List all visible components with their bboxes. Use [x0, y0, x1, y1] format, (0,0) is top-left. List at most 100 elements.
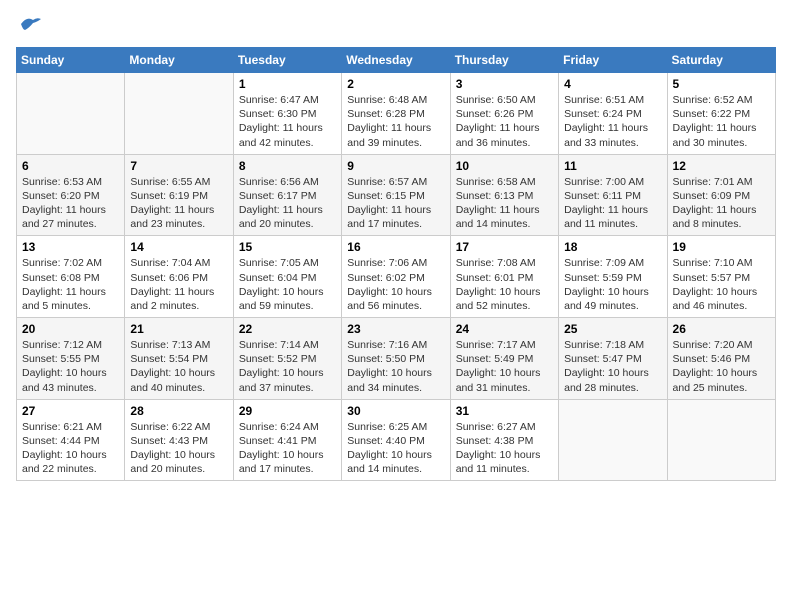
day-number: 15: [239, 240, 336, 254]
day-number: 22: [239, 322, 336, 336]
weekday-sunday: Sunday: [17, 48, 125, 73]
day-number: 25: [564, 322, 661, 336]
day-info: Sunrise: 7:18 AM Sunset: 5:47 PM Dayligh…: [564, 338, 661, 395]
day-info: Sunrise: 6:51 AM Sunset: 6:24 PM Dayligh…: [564, 93, 661, 150]
day-info: Sunrise: 6:47 AM Sunset: 6:30 PM Dayligh…: [239, 93, 336, 150]
calendar-cell: 29 Sunrise: 6:24 AM Sunset: 4:41 PM Dayli…: [233, 399, 341, 481]
day-number: 9: [347, 159, 444, 173]
day-info: Sunrise: 6:27 AM Sunset: 4:38 PM Dayligh…: [456, 420, 553, 477]
calendar-cell: 11 Sunrise: 7:00 AM Sunset: 6:11 PM Dayli…: [559, 154, 667, 236]
day-number: 11: [564, 159, 661, 173]
day-number: 21: [130, 322, 227, 336]
calendar-cell: 14 Sunrise: 7:04 AM Sunset: 6:06 PM Dayli…: [125, 236, 233, 318]
page-header: [16, 16, 776, 37]
calendar-cell: 31Sunrise: 6:27 AM Sunset: 4:38 PM Dayli…: [450, 399, 558, 481]
day-info: Sunrise: 6:21 AM Sunset: 4:44 PM Dayligh…: [22, 420, 119, 477]
calendar-cell: 25 Sunrise: 7:18 AM Sunset: 5:47 PM Dayli…: [559, 318, 667, 400]
day-info: Sunrise: 7:20 AM Sunset: 5:46 PM Dayligh…: [673, 338, 770, 395]
day-number: 2: [347, 77, 444, 91]
day-number: 26: [673, 322, 770, 336]
day-number: 20: [22, 322, 119, 336]
calendar-cell: 21 Sunrise: 7:13 AM Sunset: 5:54 PM Dayli…: [125, 318, 233, 400]
day-number: 7: [130, 159, 227, 173]
day-info: Sunrise: 6:52 AM Sunset: 6:22 PM Dayligh…: [673, 93, 770, 150]
calendar-cell: 1 Sunrise: 6:47 AM Sunset: 6:30 PM Daylig…: [233, 73, 341, 155]
calendar-table: SundayMondayTuesdayWednesdayThursdayFrid…: [16, 47, 776, 481]
day-number: 24: [456, 322, 553, 336]
day-info: Sunrise: 7:17 AM Sunset: 5:49 PM Dayligh…: [456, 338, 553, 395]
calendar-cell: 18 Sunrise: 7:09 AM Sunset: 5:59 PM Dayli…: [559, 236, 667, 318]
day-info: Sunrise: 6:58 AM Sunset: 6:13 PM Dayligh…: [456, 175, 553, 232]
logo-bird-icon: [19, 16, 41, 37]
calendar-cell: 24 Sunrise: 7:17 AM Sunset: 5:49 PM Dayli…: [450, 318, 558, 400]
calendar-cell: 7Sunrise: 6:55 AM Sunset: 6:19 PM Daylig…: [125, 154, 233, 236]
calendar-cell: 30 Sunrise: 6:25 AM Sunset: 4:40 PM Dayli…: [342, 399, 450, 481]
day-number: 1: [239, 77, 336, 91]
calendar-cell: 9 Sunrise: 6:57 AM Sunset: 6:15 PM Daylig…: [342, 154, 450, 236]
week-row-2: 6 Sunrise: 6:53 AM Sunset: 6:20 PM Daylig…: [17, 154, 776, 236]
day-number: 6: [22, 159, 119, 173]
day-info: Sunrise: 6:22 AM Sunset: 4:43 PM Dayligh…: [130, 420, 227, 477]
calendar-cell: 2 Sunrise: 6:48 AM Sunset: 6:28 PM Daylig…: [342, 73, 450, 155]
day-number: 4: [564, 77, 661, 91]
day-number: 5: [673, 77, 770, 91]
day-number: 28: [130, 404, 227, 418]
calendar-cell: 17 Sunrise: 7:08 AM Sunset: 6:01 PM Dayli…: [450, 236, 558, 318]
day-number: 27: [22, 404, 119, 418]
day-info: Sunrise: 7:12 AM Sunset: 5:55 PM Dayligh…: [22, 338, 119, 395]
calendar-cell: [559, 399, 667, 481]
calendar-cell: [667, 399, 775, 481]
day-info: Sunrise: 7:09 AM Sunset: 5:59 PM Dayligh…: [564, 256, 661, 313]
day-number: 14: [130, 240, 227, 254]
day-info: Sunrise: 6:25 AM Sunset: 4:40 PM Dayligh…: [347, 420, 444, 477]
week-row-4: 20 Sunrise: 7:12 AM Sunset: 5:55 PM Dayli…: [17, 318, 776, 400]
day-number: 12: [673, 159, 770, 173]
calendar-cell: 6 Sunrise: 6:53 AM Sunset: 6:20 PM Daylig…: [17, 154, 125, 236]
day-number: 17: [456, 240, 553, 254]
day-info: Sunrise: 6:57 AM Sunset: 6:15 PM Dayligh…: [347, 175, 444, 232]
day-info: Sunrise: 7:08 AM Sunset: 6:01 PM Dayligh…: [456, 256, 553, 313]
day-number: 29: [239, 404, 336, 418]
day-info: Sunrise: 6:24 AM Sunset: 4:41 PM Dayligh…: [239, 420, 336, 477]
calendar-cell: [125, 73, 233, 155]
day-info: Sunrise: 7:06 AM Sunset: 6:02 PM Dayligh…: [347, 256, 444, 313]
weekday-friday: Friday: [559, 48, 667, 73]
day-info: Sunrise: 7:16 AM Sunset: 5:50 PM Dayligh…: [347, 338, 444, 395]
calendar-cell: 15 Sunrise: 7:05 AM Sunset: 6:04 PM Dayli…: [233, 236, 341, 318]
day-info: Sunrise: 7:04 AM Sunset: 6:06 PM Dayligh…: [130, 256, 227, 313]
weekday-wednesday: Wednesday: [342, 48, 450, 73]
calendar-cell: 22Sunrise: 7:14 AM Sunset: 5:52 PM Dayli…: [233, 318, 341, 400]
weekday-thursday: Thursday: [450, 48, 558, 73]
day-info: Sunrise: 6:56 AM Sunset: 6:17 PM Dayligh…: [239, 175, 336, 232]
calendar-cell: 23 Sunrise: 7:16 AM Sunset: 5:50 PM Dayli…: [342, 318, 450, 400]
day-info: Sunrise: 7:05 AM Sunset: 6:04 PM Dayligh…: [239, 256, 336, 313]
day-info: Sunrise: 6:48 AM Sunset: 6:28 PM Dayligh…: [347, 93, 444, 150]
day-number: 13: [22, 240, 119, 254]
day-number: 30: [347, 404, 444, 418]
calendar-cell: 27 Sunrise: 6:21 AM Sunset: 4:44 PM Dayli…: [17, 399, 125, 481]
calendar-cell: 16 Sunrise: 7:06 AM Sunset: 6:02 PM Dayli…: [342, 236, 450, 318]
day-info: Sunrise: 6:53 AM Sunset: 6:20 PM Dayligh…: [22, 175, 119, 232]
weekday-header-row: SundayMondayTuesdayWednesdayThursdayFrid…: [17, 48, 776, 73]
calendar-cell: 12 Sunrise: 7:01 AM Sunset: 6:09 PM Dayli…: [667, 154, 775, 236]
day-number: 10: [456, 159, 553, 173]
week-row-1: 1 Sunrise: 6:47 AM Sunset: 6:30 PM Daylig…: [17, 73, 776, 155]
day-info: Sunrise: 7:01 AM Sunset: 6:09 PM Dayligh…: [673, 175, 770, 232]
calendar-cell: 13Sunrise: 7:02 AM Sunset: 6:08 PM Dayli…: [17, 236, 125, 318]
day-number: 19: [673, 240, 770, 254]
calendar-cell: 20 Sunrise: 7:12 AM Sunset: 5:55 PM Dayli…: [17, 318, 125, 400]
calendar-cell: [17, 73, 125, 155]
day-info: Sunrise: 7:10 AM Sunset: 5:57 PM Dayligh…: [673, 256, 770, 313]
day-info: Sunrise: 6:50 AM Sunset: 6:26 PM Dayligh…: [456, 93, 553, 150]
calendar-cell: 19 Sunrise: 7:10 AM Sunset: 5:57 PM Dayli…: [667, 236, 775, 318]
weekday-tuesday: Tuesday: [233, 48, 341, 73]
day-info: Sunrise: 7:00 AM Sunset: 6:11 PM Dayligh…: [564, 175, 661, 232]
calendar-cell: 4 Sunrise: 6:51 AM Sunset: 6:24 PM Daylig…: [559, 73, 667, 155]
day-number: 23: [347, 322, 444, 336]
day-number: 16: [347, 240, 444, 254]
calendar-cell: 3Sunrise: 6:50 AM Sunset: 6:26 PM Daylig…: [450, 73, 558, 155]
day-info: Sunrise: 7:13 AM Sunset: 5:54 PM Dayligh…: [130, 338, 227, 395]
week-row-5: 27 Sunrise: 6:21 AM Sunset: 4:44 PM Dayli…: [17, 399, 776, 481]
day-number: 18: [564, 240, 661, 254]
calendar-cell: 5 Sunrise: 6:52 AM Sunset: 6:22 PM Daylig…: [667, 73, 775, 155]
